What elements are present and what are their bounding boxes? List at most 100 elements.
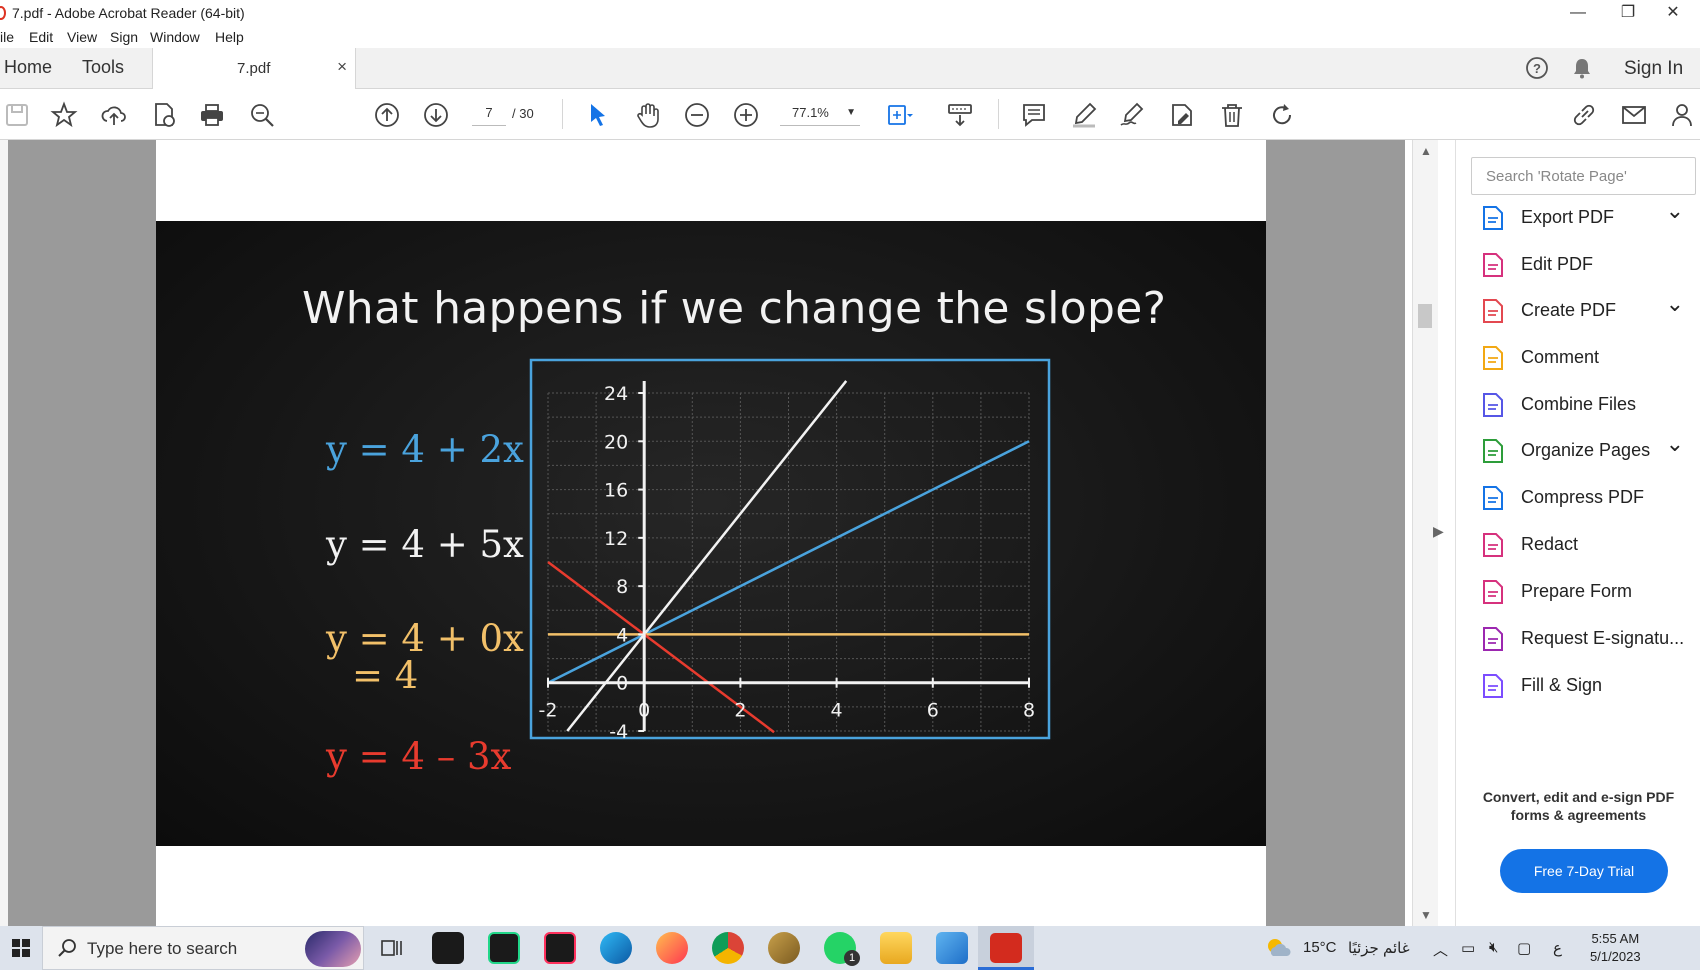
next-page-icon[interactable]: [422, 101, 450, 129]
fit-page-icon[interactable]: [885, 101, 913, 129]
task-view-icon[interactable]: [376, 932, 408, 964]
file-explorer-icon[interactable]: [880, 932, 912, 964]
zoom-in-icon[interactable]: [732, 101, 760, 129]
windows-start-icon[interactable]: [0, 926, 42, 970]
league-app-icon[interactable]: [768, 932, 800, 964]
comment-icon[interactable]: [1020, 101, 1048, 129]
menu-window[interactable]: Window: [150, 29, 200, 45]
menu-file[interactable]: ile: [0, 29, 14, 45]
email-icon[interactable]: [1620, 101, 1648, 129]
x-tick-label: 8: [1023, 700, 1035, 722]
edge-browser-icon[interactable]: [600, 932, 632, 964]
tool-edit-pdf[interactable]: Edit PDF: [1479, 245, 1694, 285]
scroll-down-icon[interactable]: ▼: [1420, 908, 1432, 922]
x-tick-label: 0: [638, 700, 650, 722]
tool-prepare-form[interactable]: Prepare Form: [1479, 572, 1694, 612]
tab-document[interactable]: 7.pdf ×: [152, 48, 356, 89]
close-tab-button[interactable]: ×: [337, 57, 347, 77]
scrollbar-thumb[interactable]: [1418, 304, 1432, 328]
tool-label: Fill & Sign: [1521, 675, 1603, 695]
save-icon[interactable]: [3, 101, 31, 129]
clion-app-icon[interactable]: [432, 932, 464, 964]
system-clock[interactable]: 5:55 AM 5/1/2023: [1590, 930, 1641, 966]
chevron-down-icon[interactable]: ⌄: [1666, 198, 1684, 224]
free-trial-button[interactable]: Free 7-Day Trial: [1500, 849, 1668, 893]
zoom-level-dropdown[interactable]: 77.1% ▼: [780, 100, 860, 126]
tab-tools[interactable]: Tools: [82, 57, 124, 78]
help-icon[interactable]: ?: [1525, 56, 1549, 80]
scroll-up-icon[interactable]: ▲: [1420, 144, 1432, 158]
sign-in-button[interactable]: Sign In: [1624, 58, 1683, 80]
input-language[interactable]: ع: [1553, 939, 1562, 957]
export-pdf-icon: [1479, 204, 1507, 232]
prepare-form-icon: [1479, 578, 1507, 606]
volume-muted-icon[interactable]: 🔇︎: [1489, 939, 1498, 956]
delete-trash-icon[interactable]: [1218, 101, 1246, 129]
chrome-browser-icon[interactable]: [712, 932, 744, 964]
menu-view[interactable]: View: [67, 29, 97, 45]
tool-label: Request E-signatu...: [1521, 628, 1685, 648]
zoom-out-icon[interactable]: [683, 101, 711, 129]
tool-request-esign[interactable]: Request E-signatu...: [1479, 619, 1694, 659]
tool-comment[interactable]: Comment: [1479, 338, 1694, 378]
tools-search-input[interactable]: Search 'Rotate Page': [1471, 157, 1696, 195]
sign-pen-icon[interactable]: [1118, 101, 1146, 129]
firefox-browser-icon[interactable]: [656, 932, 688, 964]
photos-app-icon[interactable]: [936, 932, 968, 964]
pycharm-app-icon[interactable]: [488, 932, 520, 964]
chevron-down-icon[interactable]: ⌄: [1666, 291, 1684, 317]
chevron-down-icon[interactable]: ⌄: [1666, 431, 1684, 457]
menu-edit[interactable]: Edit: [29, 29, 53, 45]
find-zoom-icon[interactable]: [248, 101, 276, 129]
add-user-icon[interactable]: [1670, 101, 1698, 129]
highlight-pen-icon[interactable]: [1070, 101, 1098, 129]
expand-panel-icon[interactable]: ▶: [1433, 523, 1447, 540]
document-viewport[interactable]: What happens if we change the slope? y =…: [0, 140, 1405, 926]
page-number-input[interactable]: 7: [472, 100, 506, 126]
tool-redact[interactable]: Redact: [1479, 525, 1694, 565]
bookmark-star-icon[interactable]: [50, 101, 78, 129]
weather-cloud-icon[interactable]: [1265, 936, 1293, 960]
chevron-up-icon[interactable]: ︿: [1433, 939, 1448, 960]
previous-page-icon[interactable]: [373, 101, 401, 129]
close-window-button[interactable]: ✕: [1650, 0, 1696, 26]
tool-label: Redact: [1521, 534, 1579, 554]
tool-organize-pages[interactable]: Organize Pages ⌄: [1479, 431, 1694, 471]
rotate-icon[interactable]: [1268, 101, 1296, 129]
window-title: 7.pdf - Adobe Acrobat Reader (64-bit): [12, 5, 245, 21]
network-icon[interactable]: ▢: [1517, 939, 1531, 957]
menu-help[interactable]: Help: [215, 29, 244, 45]
taskbar-search[interactable]: Type here to search: [42, 926, 364, 970]
print-icon[interactable]: [198, 101, 226, 129]
create-pdf-icon: [1479, 297, 1507, 325]
minimize-button[interactable]: —: [1555, 0, 1601, 26]
tool-compress-pdf[interactable]: Compress PDF: [1479, 478, 1694, 518]
comment-icon: [1479, 344, 1507, 372]
share-edit-icon[interactable]: [1168, 101, 1196, 129]
whatsapp-app-icon[interactable]: 1: [824, 932, 860, 966]
notifications-bell-icon[interactable]: [1570, 56, 1594, 80]
edit-pdf-icon: [1479, 251, 1507, 279]
toolbar-divider: [998, 99, 999, 129]
slide: What happens if we change the slope? y =…: [156, 221, 1266, 846]
tab-home[interactable]: Home: [4, 57, 52, 78]
link-share-icon[interactable]: [1570, 101, 1598, 129]
page-total: / 30: [512, 106, 534, 121]
tool-create-pdf[interactable]: Create PDF ⌄: [1479, 291, 1694, 331]
tool-export-pdf[interactable]: Export PDF ⌄: [1479, 198, 1694, 238]
select-cursor-icon[interactable]: [583, 101, 611, 129]
acrobat-taskbar-active[interactable]: [978, 926, 1034, 970]
tool-combine-files[interactable]: Combine Files: [1479, 385, 1694, 425]
weather-temperature[interactable]: 15°C: [1303, 939, 1337, 956]
maximize-button[interactable]: ❐: [1605, 0, 1651, 26]
menu-sign[interactable]: Sign: [110, 29, 138, 45]
intellij-app-icon[interactable]: [544, 932, 576, 964]
scroll-mode-icon[interactable]: [946, 101, 974, 129]
hand-pan-icon[interactable]: [634, 101, 662, 129]
create-file-icon[interactable]: [150, 101, 178, 129]
battery-icon[interactable]: ▭: [1461, 939, 1475, 957]
weather-description[interactable]: غائم جزئيًا: [1348, 939, 1410, 957]
tool-fill-sign[interactable]: Fill & Sign: [1479, 666, 1694, 706]
x-tick-label: 2: [734, 700, 746, 722]
upload-cloud-icon[interactable]: [100, 101, 128, 129]
